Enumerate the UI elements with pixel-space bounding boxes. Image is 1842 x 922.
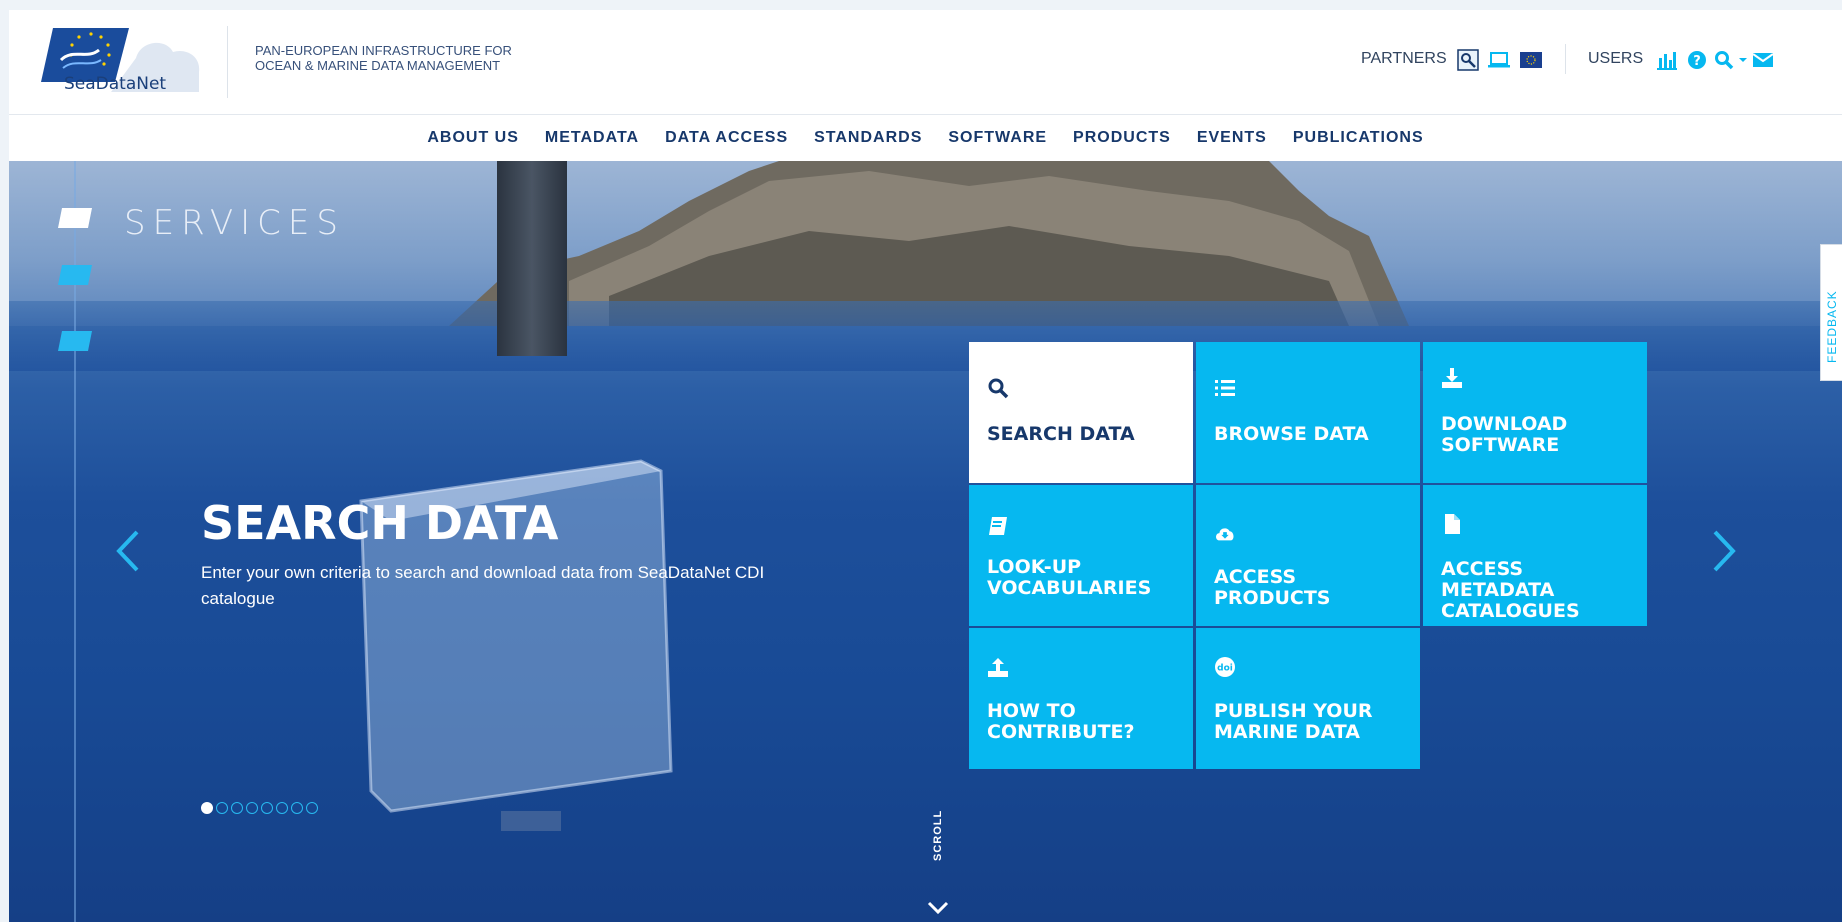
tile-label: HOW TO CONTRIBUTE? <box>987 700 1135 743</box>
partner-search-icon[interactable] <box>1456 48 1480 72</box>
hero-description: Enter your own criteria to search and do… <box>201 563 765 608</box>
tile-browse-data[interactable]: BROWSE DATA <box>1196 342 1420 483</box>
slider-dot[interactable] <box>291 802 303 814</box>
header: SeaDataNet PAN-EUROPEAN INFRASTRUCTURE F… <box>9 10 1842 114</box>
help-icon[interactable]: ? <box>1685 48 1709 72</box>
next-slide-arrow-icon[interactable] <box>1709 526 1739 576</box>
tile-search-data[interactable]: SEARCH DATA <box>969 342 1193 483</box>
laptop-icon[interactable] <box>1487 48 1511 72</box>
tile-how-to-contribute[interactable]: HOW TO CONTRIBUTE? <box>969 628 1193 769</box>
slider-dot[interactable] <box>261 802 273 814</box>
nav-products[interactable]: PRODUCTS <box>1060 129 1184 147</box>
tile-look-up-vocabularies[interactable]: LOOK-UP VOCABULARIES <box>969 485 1193 626</box>
slider-dot[interactable] <box>201 802 213 814</box>
services-heading: SERVICES <box>124 203 345 243</box>
services-flag-icon <box>58 208 92 228</box>
slide-flag-icon[interactable] <box>58 263 94 287</box>
list-icon <box>1215 380 1235 396</box>
nav-metadata[interactable]: METADATA <box>532 129 652 147</box>
nav-publications[interactable]: PUBLICATIONS <box>1280 129 1437 147</box>
header-divider-2 <box>1565 44 1566 74</box>
svg-text:doi: doi <box>1217 664 1233 674</box>
hero-title: SEARCH DATA <box>201 496 559 550</box>
slider-dot[interactable] <box>246 802 258 814</box>
slider-dot[interactable] <box>216 802 228 814</box>
doi-icon: doi <box>1215 657 1235 677</box>
file-icon <box>1445 514 1460 534</box>
download-icon <box>1442 368 1462 388</box>
slider-dot[interactable] <box>276 802 288 814</box>
slider-dot[interactable] <box>306 802 318 814</box>
users-label: USERS <box>1588 50 1644 67</box>
header-divider <box>227 26 228 98</box>
svg-text:?: ? <box>1693 54 1701 69</box>
nav-standards[interactable]: STANDARDS <box>801 129 935 147</box>
nav-events[interactable]: EVENTS <box>1184 129 1280 147</box>
nav-about-us[interactable]: ABOUT US <box>414 129 532 147</box>
eu-flag-icon[interactable] <box>1519 48 1543 72</box>
feedback-label: FEEDBACK <box>1825 290 1839 363</box>
instrument-pole-image <box>497 161 567 356</box>
tile-label: BROWSE DATA <box>1214 423 1369 445</box>
feedback-tab[interactable]: FEEDBACK <box>1820 244 1842 381</box>
tile-publish-your-marine-data[interactable]: doi PUBLISH YOUR MARINE DATA <box>1196 628 1420 769</box>
slider-dot[interactable] <box>231 802 243 814</box>
search-icon <box>988 378 1009 399</box>
hero-slider: SERVICES SEARCH DATA Enter your own crit… <box>9 161 1842 922</box>
seadatanet-logo[interactable] <box>41 20 221 110</box>
nav-data-access[interactable]: DATA ACCESS <box>652 129 801 147</box>
prev-slide-arrow-icon[interactable] <box>113 526 143 576</box>
tile-access-products[interactable]: ACCESS PRODUCTS <box>1196 485 1420 626</box>
tile-label: ACCESS METADATA CATALOGUES <box>1441 558 1580 622</box>
tile-label: DOWNLOAD SOFTWARE <box>1441 413 1568 456</box>
tile-access-metadata-catalogues[interactable]: ACCESS METADATA CATALOGUES <box>1423 485 1647 626</box>
partners-label: PARTNERS <box>1361 50 1447 67</box>
tile-download-software[interactable]: DOWNLOAD SOFTWARE <box>1423 342 1647 483</box>
cloud-download-icon <box>1216 528 1234 541</box>
mail-icon[interactable] <box>1751 48 1775 72</box>
tile-label: LOOK-UP VOCABULARIES <box>987 556 1152 599</box>
bar-chart-icon[interactable] <box>1655 48 1679 72</box>
tagline: PAN-EUROPEAN INFRASTRUCTURE FOR OCEAN & … <box>255 43 575 73</box>
tile-label: ACCESS PRODUCTS <box>1214 566 1331 609</box>
upload-icon <box>988 658 1008 677</box>
book-icon <box>989 517 1007 535</box>
tagline-line-2: OCEAN & MARINE DATA MANAGEMENT <box>255 58 501 73</box>
page: SeaDataNet PAN-EUROPEAN INFRASTRUCTURE F… <box>9 10 1842 922</box>
logo-text: SeaDataNet <box>64 74 167 94</box>
scroll-label: SCROLL <box>932 809 944 861</box>
scroll-down-chevron-icon[interactable] <box>927 901 949 915</box>
logo-flag-icon <box>41 28 200 92</box>
main-nav: ABOUT US METADATA DATA ACCESS STANDARDS … <box>9 115 1842 161</box>
tile-label: SEARCH DATA <box>987 423 1135 445</box>
slider-pagination <box>201 802 318 814</box>
slide-flag-icon[interactable] <box>58 329 94 353</box>
tile-label: PUBLISH YOUR MARINE DATA <box>1214 700 1373 743</box>
tagline-line-1: PAN-EUROPEAN INFRASTRUCTURE FOR <box>255 43 512 58</box>
nav-software[interactable]: SOFTWARE <box>935 129 1060 147</box>
